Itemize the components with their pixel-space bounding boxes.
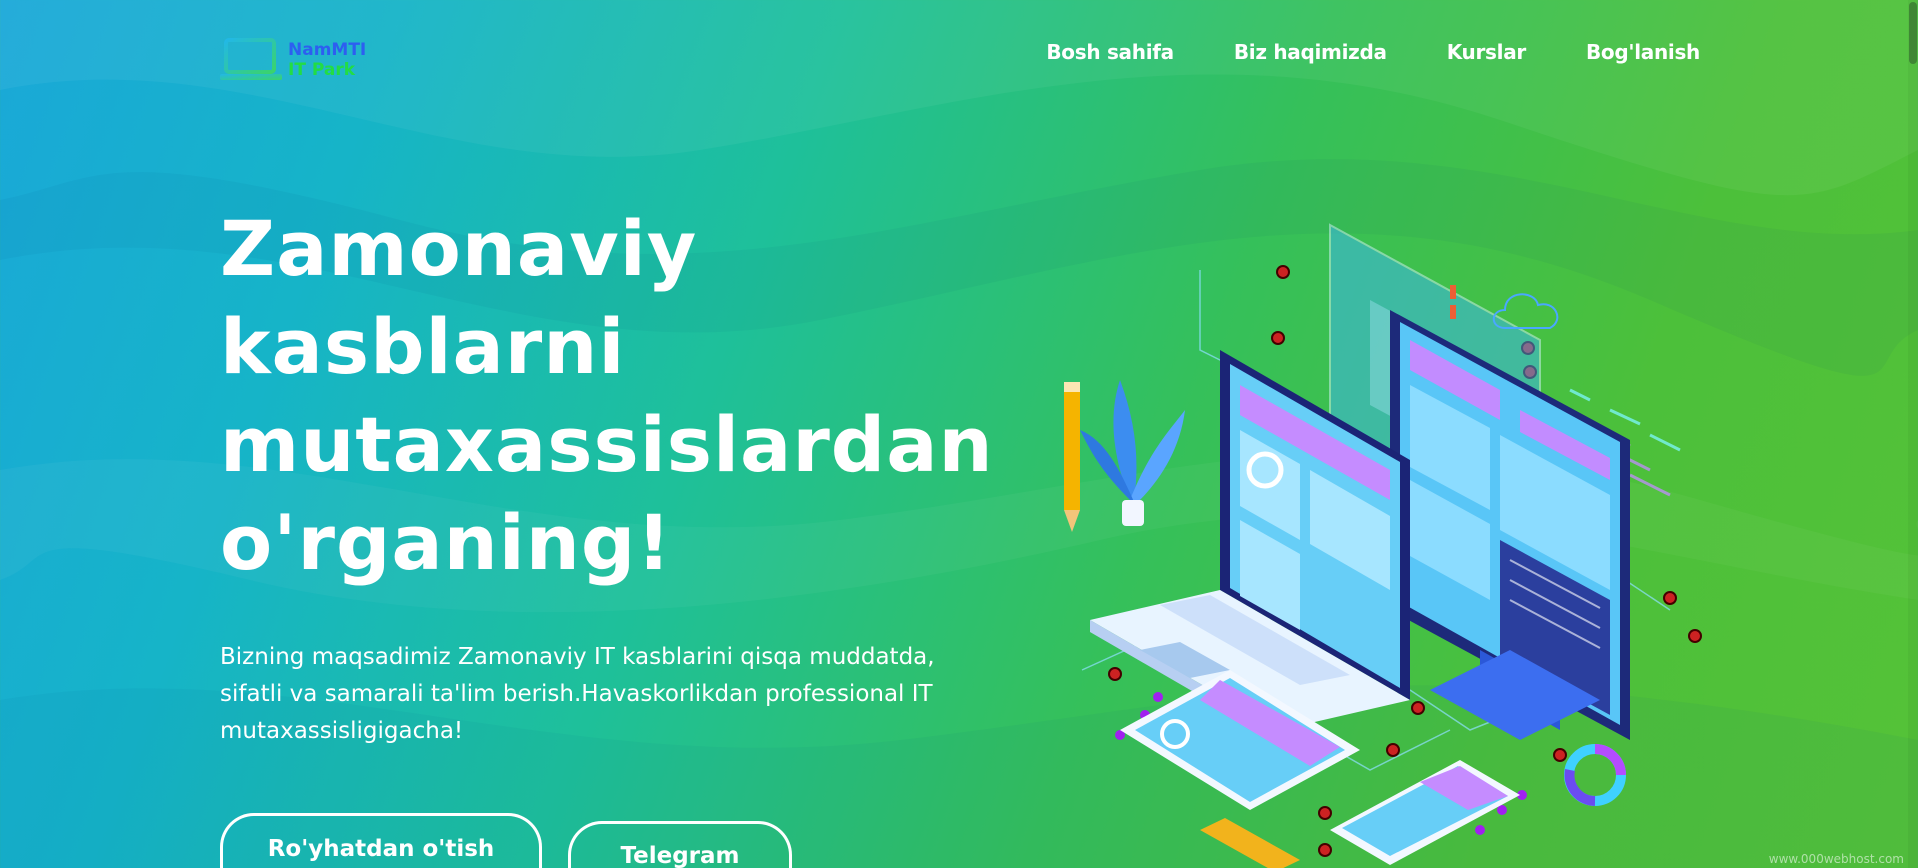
logo-text-secondary: IT Park (288, 60, 356, 80)
main-nav: Bosh sahifa Biz haqimizda Kurslar Bog'la… (1046, 40, 1700, 64)
hero-title: Zamonaviy kasblarni mutaxassislardan o'r… (220, 200, 993, 592)
scrollbar-thumb[interactable] (1909, 2, 1917, 64)
hero-title-line: Zamonaviy (220, 204, 698, 293)
hero-description: Bizning maqsadimiz Zamonaviy IT kasblari… (220, 644, 935, 744)
nav-link-courses[interactable]: Kurslar (1447, 40, 1527, 64)
hosting-watermark[interactable]: www.000webhost.com (1769, 852, 1904, 866)
nav-link-about[interactable]: Biz haqimizda (1234, 40, 1387, 64)
hero-title-line: o'rganing! (220, 498, 672, 587)
logo[interactable]: NamMTI IT Park (220, 36, 366, 84)
nav-link-home[interactable]: Bosh sahifa (1046, 40, 1174, 64)
hero-title-line: kasblarni (220, 302, 626, 391)
scrollbar[interactable] (1908, 0, 1918, 868)
logo-text-primary: NamMTI (288, 40, 367, 60)
hero-illustration (1064, 223, 1702, 868)
hero-title-line: mutaxassislardan (220, 400, 994, 489)
laptop-icon (220, 38, 282, 80)
nav-link-contact[interactable]: Bog'lanish (1586, 40, 1700, 64)
telegram-button[interactable]: Telegram (568, 821, 792, 868)
register-button[interactable]: Ro'yhatdan o'tish (220, 813, 542, 868)
